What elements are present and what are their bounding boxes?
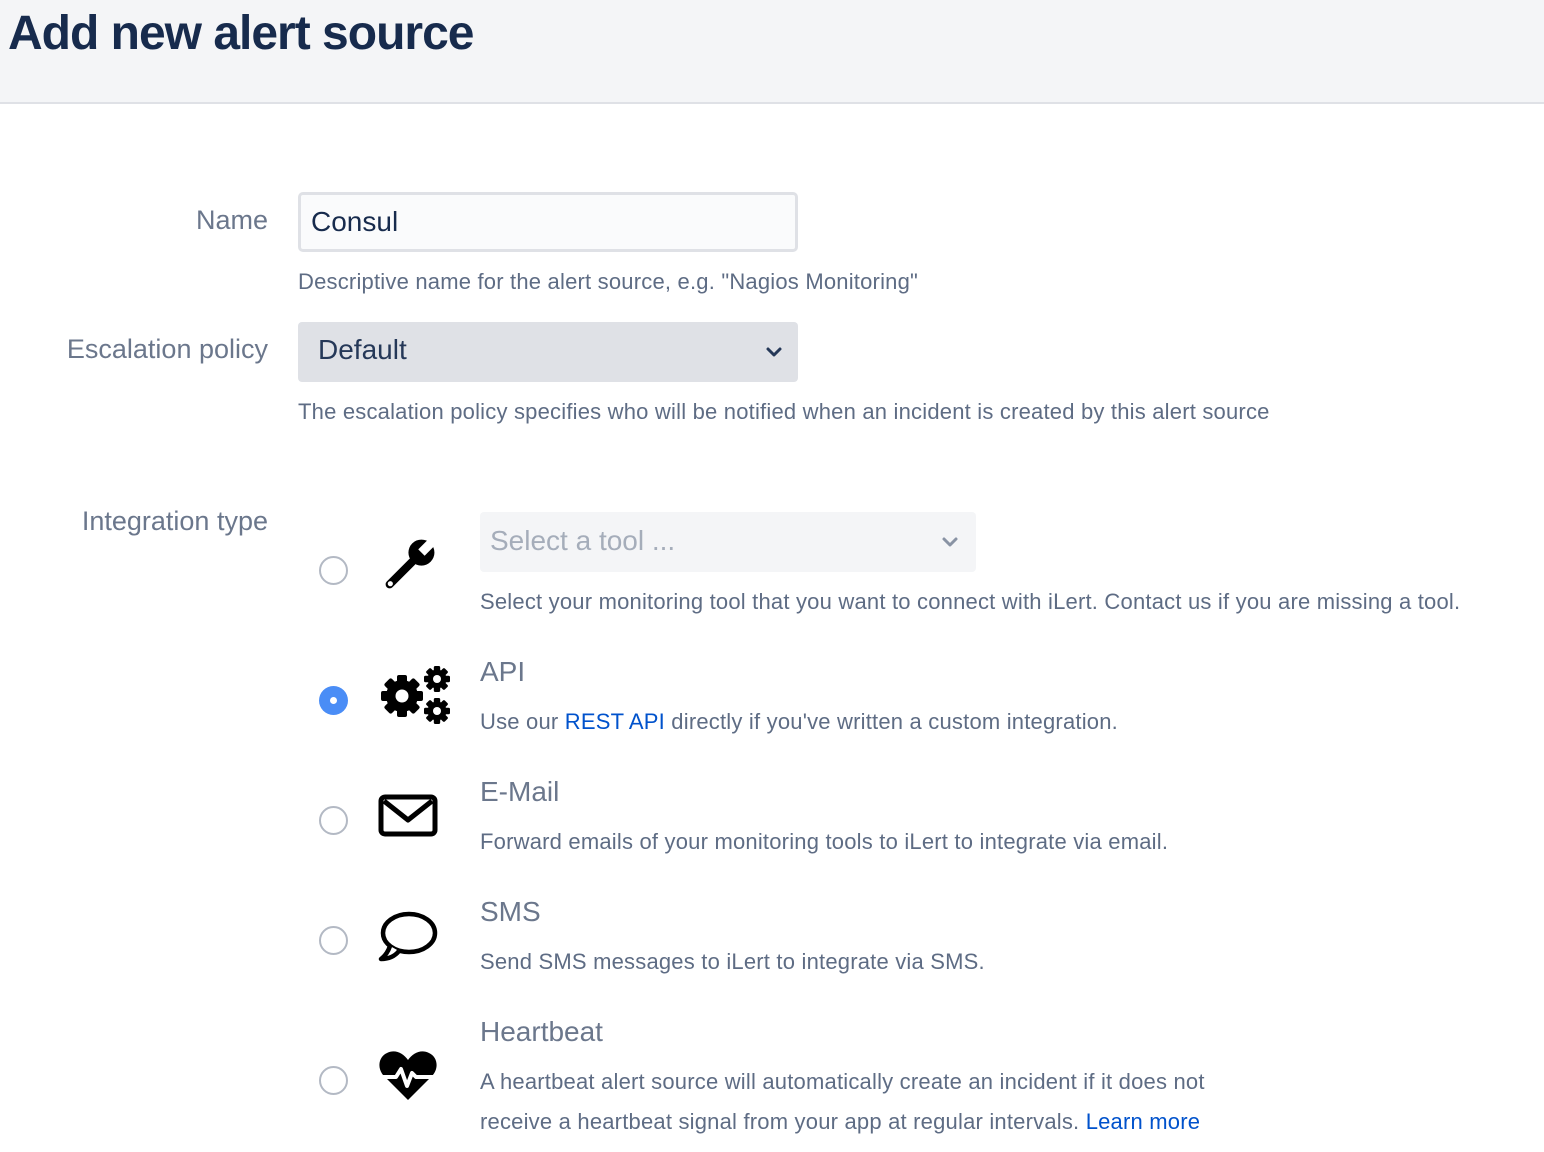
envelope-icon [378, 794, 438, 837]
email-description: Forward emails of your monitoring tools … [480, 829, 1169, 854]
gears-icon [381, 666, 450, 724]
heartbeat-icon [378, 1051, 438, 1100]
heartbeat-description-line1: A heartbeat alert source will automatica… [480, 1069, 1205, 1094]
radio-tool[interactable] [319, 556, 348, 585]
email-title: E-Mail [480, 776, 560, 807]
api-description: Use our REST API directly if you've writ… [480, 709, 1118, 735]
tool-select-placeholder: Select a tool ... [490, 525, 676, 556]
heartbeat-title: Heartbeat [480, 1016, 603, 1047]
chevron-down-icon [766, 347, 782, 357]
radio-email[interactable] [319, 806, 348, 835]
integration-type-label: Integration type [81, 506, 268, 536]
page-header: Add new alert source [0, 0, 1544, 104]
escalation-policy-select[interactable]: Default [298, 322, 798, 382]
radio-api[interactable] [319, 686, 348, 715]
chevron-down-icon [942, 537, 958, 547]
tool-select[interactable]: Select a tool ... [480, 512, 976, 572]
name-label: Name [195, 205, 268, 235]
escalation-policy-help-text: The escalation policy specifies who will… [298, 399, 1270, 424]
radio-heartbeat[interactable] [319, 1066, 348, 1095]
learn-more-link[interactable]: Learn more [1086, 1109, 1201, 1134]
sms-title: SMS [480, 896, 541, 927]
page-title: Add new alert source [8, 7, 474, 60]
rest-api-link[interactable]: REST API [565, 709, 665, 734]
api-title: API [480, 656, 526, 687]
speech-bubble-icon [378, 911, 438, 962]
name-help-text: Descriptive name for the alert source, e… [298, 269, 919, 294]
api-description-after: directly if you've written a custom inte… [665, 709, 1118, 734]
radio-sms[interactable] [319, 926, 348, 955]
name-input[interactable] [298, 192, 798, 252]
heartbeat-description-line2: receive a heartbeat signal from your app… [480, 1109, 1200, 1135]
heartbeat-description-line2-text: receive a heartbeat signal from your app… [480, 1109, 1086, 1134]
wrench-icon [385, 538, 436, 589]
api-description-before: Use our [480, 709, 565, 734]
escalation-policy-value: Default [318, 334, 407, 365]
tool-description: Select your monitoring tool that you wan… [480, 589, 1461, 614]
sms-description: Send SMS messages to iLert to integrate … [480, 949, 985, 974]
escalation-policy-label: Escalation policy [66, 334, 268, 364]
